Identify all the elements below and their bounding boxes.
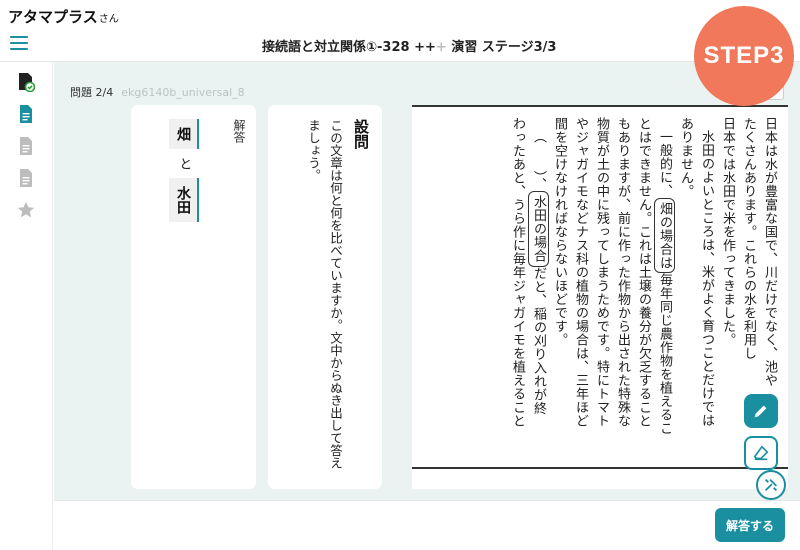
passage-line: 一般的に、畑の場合は毎年同じ農作物を植えるこ (654, 130, 675, 463)
passage-line: 日本では水田で米を作ってきました。 (720, 117, 735, 347)
passage-text: 日本は水が豊富な国で、川だけでなく、池や たくさんあります。これらの水を利用し … (507, 117, 780, 463)
passage-line: 水田のよいところは、米がよく育つことだけでは (699, 130, 714, 427)
passage-line: やジャガイモなどナス科の植物の場合は、三年ほど (573, 117, 588, 428)
doc-check-icon[interactable] (17, 72, 36, 93)
submit-answer-button[interactable]: 解答する (715, 508, 785, 542)
question-progress: 問題 2/4 (70, 86, 114, 99)
step-badge: STEP3 (694, 6, 794, 106)
page-title: 接続語と対立関係①-328 +++ 演習 ステージ3/3 (262, 36, 556, 55)
passage-line: ありません。 (678, 117, 693, 198)
app-name-suffix: さん (98, 14, 119, 25)
answer-label: 解答 (232, 119, 246, 143)
passage-line: もありますが、前に作った作物から出された特殊な (615, 117, 630, 428)
divider (412, 467, 788, 469)
tools-icon[interactable] (756, 470, 786, 500)
stage-mode: 演習 ステージ3/3 (451, 40, 557, 55)
stage-plus: ++ (414, 40, 436, 55)
stage-plus-dim: + (435, 40, 447, 55)
passage-panel: 日本は水が豊富な国で、川だけでなく、池や たくさんあります。これらの水を利用し … (412, 105, 788, 489)
document-icon-active[interactable] (17, 104, 35, 124)
answer-connector: と (176, 157, 192, 170)
passage-line: 物質が土の中に残ってしまうためです。特にトマト (594, 117, 609, 428)
passage-line: 間を空けなければならないほどです。 (552, 117, 567, 347)
answer-column: 畑 と 水田 (169, 119, 199, 222)
passage-line: とはできません。これは土壌の養分が欠乏すること (636, 117, 651, 428)
passage-line: わったあと、うら作に毎年ジャガイモを植えること (510, 117, 525, 428)
highlight-field[interactable]: 畑の場合は (654, 197, 675, 273)
question-text: この文章は何と何を比べていますか。文中からぬき出して答えましょう。 (306, 119, 343, 469)
sidebar (0, 62, 53, 550)
answer-panel: 解答 畑 と 水田 (131, 105, 256, 489)
question-id: ekg6140b_universal_8 (121, 86, 245, 99)
answer-box-second[interactable]: 水田 (169, 178, 199, 222)
question-heading: 設問 (352, 119, 370, 149)
divider (412, 105, 788, 107)
main-area: 問題 2/4ekg6140b_universal_8 ▾ 解答 畑 と 水田 設… (54, 62, 800, 500)
eraser-icon[interactable] (744, 436, 778, 470)
lesson-title: 接続語と対立関係①-328 (262, 40, 410, 55)
hamburger-menu-icon[interactable] (10, 36, 28, 50)
bottom-bar: 解答する (54, 500, 800, 550)
passage-line: （ ）、水田の場合だと、稲の刈り入れが終 (528, 130, 549, 463)
answer-box-first[interactable]: 畑 (169, 119, 199, 149)
pencil-icon[interactable] (744, 394, 778, 428)
app-name: アタマプラスさん (8, 8, 119, 26)
document-icon[interactable] (17, 136, 35, 156)
star-icon[interactable] (17, 200, 35, 220)
document-icon[interactable] (17, 168, 35, 188)
top-bar: アタマプラスさん 接続語と対立関係①-328 +++ 演習 ステージ3/3 (0, 0, 800, 62)
question-panel: 設問 この文章は何と何を比べていますか。文中からぬき出して答えましょう。 (268, 105, 382, 489)
question-header: 問題 2/4 ekg6140b_universal_8 (70, 84, 245, 100)
highlight-paddy[interactable]: 水田の場合 (528, 191, 549, 267)
